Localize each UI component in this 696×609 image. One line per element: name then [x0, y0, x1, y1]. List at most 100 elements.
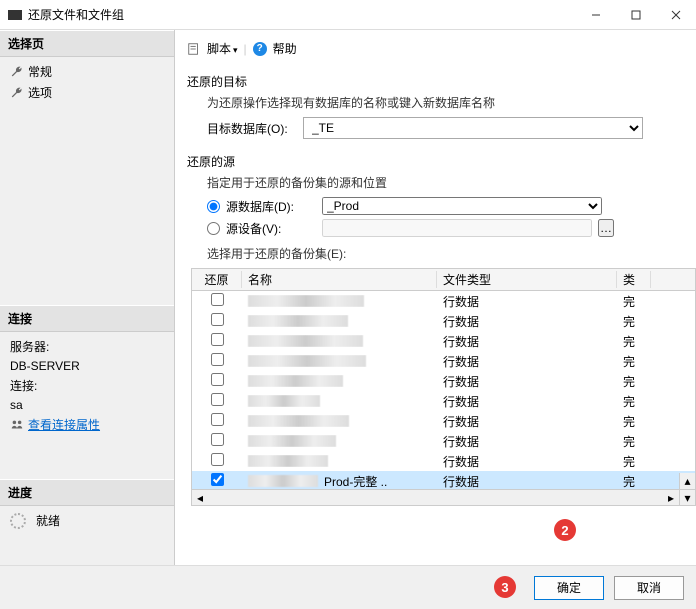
- progress-status-row: 就绪: [6, 510, 168, 531]
- cell-name: [242, 455, 437, 467]
- cell-category: 完: [617, 433, 651, 450]
- restore-checkbox[interactable]: [211, 373, 224, 386]
- restore-checkbox[interactable]: [211, 453, 224, 466]
- help-icon: ?: [253, 42, 267, 56]
- wrench-icon: [10, 86, 24, 100]
- scroll-right-button[interactable]: ▸: [663, 490, 679, 506]
- sidebar-item-general[interactable]: 常规: [6, 61, 168, 82]
- col-name[interactable]: 名称: [242, 271, 437, 288]
- browse-device-button[interactable]: …: [598, 219, 614, 237]
- cell-type: 行数据: [437, 393, 617, 410]
- cell-name: Prod-完整 ..: [242, 473, 437, 490]
- col-category[interactable]: 类: [617, 271, 651, 288]
- table-row[interactable]: 行数据完: [192, 331, 695, 351]
- dest-subtitle: 为还原操作选择现有数据库的名称或键入新数据库名称: [207, 94, 696, 111]
- dest-db-select[interactable]: _TE: [303, 117, 643, 139]
- sidebar-item-label: 常规: [28, 63, 52, 80]
- table-row[interactable]: 行数据完: [192, 291, 695, 311]
- app-icon: [8, 10, 22, 20]
- cancel-button[interactable]: 取消: [614, 576, 684, 600]
- window-title: 还原文件和文件组: [28, 6, 576, 23]
- view-connection-props-link[interactable]: 查看连接属性: [28, 416, 100, 433]
- progress-body: 就绪: [0, 506, 174, 535]
- cell-type: 行数据: [437, 313, 617, 330]
- select-page-body: 常规 选项: [0, 57, 174, 107]
- script-icon: [187, 42, 201, 56]
- connection-body: 服务器: DB-SERVER 连接: sa 查看连接属性: [0, 332, 174, 439]
- close-button[interactable]: [656, 0, 696, 30]
- backup-sets-table: 还原 名称 文件类型 类 行数据完行数据完行数据完行数据完行数据完行数据完行数据…: [191, 268, 696, 506]
- source-title: 还原的源: [187, 153, 696, 170]
- minimize-button[interactable]: [576, 0, 616, 30]
- progress-header: 进度: [0, 479, 174, 506]
- cell-name: [242, 435, 437, 447]
- footer: 确定 取消: [0, 565, 696, 609]
- view-connection-props[interactable]: 查看连接属性: [6, 414, 168, 435]
- table-header: 还原 名称 文件类型 类: [192, 269, 695, 291]
- restore-checkbox[interactable]: [211, 473, 224, 486]
- table-body: 行数据完行数据完行数据完行数据完行数据完行数据完行数据完行数据完行数据完Prod…: [192, 291, 695, 491]
- people-icon: [10, 418, 24, 432]
- cell-name: [242, 395, 437, 407]
- scroll-up-button[interactable]: ▴: [679, 473, 695, 489]
- table-row[interactable]: 行数据完: [192, 451, 695, 471]
- table-row[interactable]: 行数据完: [192, 371, 695, 391]
- cell-category: 完: [617, 413, 651, 430]
- cell-type: 行数据: [437, 373, 617, 390]
- connection-value: sa: [6, 396, 168, 414]
- table-row[interactable]: Prod-完整 ..行数据完: [192, 471, 695, 491]
- cell-name: [242, 295, 437, 307]
- source-db-label: 源数据库(D):: [226, 198, 316, 215]
- source-subtitle: 指定用于还原的备份集的源和位置: [207, 174, 696, 191]
- sidebar-item-options[interactable]: 选项: [6, 82, 168, 103]
- cell-category: 完: [617, 353, 651, 370]
- table-row[interactable]: 行数据完: [192, 351, 695, 371]
- source-device-radio[interactable]: [207, 222, 220, 235]
- ok-button[interactable]: 确定: [534, 576, 604, 600]
- connection-label: 连接:: [6, 375, 168, 396]
- horizontal-scrollbar[interactable]: ◂ ▸: [192, 489, 679, 505]
- wrench-icon: [10, 65, 24, 79]
- cell-type: 行数据: [437, 413, 617, 430]
- scroll-down-button[interactable]: ▾: [679, 489, 695, 505]
- script-dropdown[interactable]: 脚本: [207, 40, 238, 57]
- cell-name: [242, 335, 437, 347]
- cell-name: [242, 315, 437, 327]
- main: 选择页 常规 选项 连接 服务器: DB-SERVER 连接: sa 查看连接属…: [0, 30, 696, 565]
- cell-category: 完: [617, 373, 651, 390]
- cell-type: 行数据: [437, 453, 617, 470]
- source-db-row: 源数据库(D): _Prod: [207, 197, 696, 215]
- help-link[interactable]: 帮助: [273, 40, 297, 57]
- dest-db-row: 目标数据库(O): _TE: [207, 117, 696, 139]
- restore-checkbox[interactable]: [211, 333, 224, 346]
- table-row[interactable]: 行数据完: [192, 431, 695, 451]
- cell-category: 完: [617, 473, 651, 490]
- maximize-button[interactable]: [616, 0, 656, 30]
- restore-checkbox[interactable]: [211, 353, 224, 366]
- source-device-label: 源设备(V):: [226, 220, 316, 237]
- restore-checkbox[interactable]: [211, 433, 224, 446]
- source-dev-row: 源设备(V): …: [207, 219, 696, 237]
- restore-checkbox[interactable]: [211, 293, 224, 306]
- scroll-left-button[interactable]: ◂: [192, 490, 208, 506]
- col-restore[interactable]: 还原: [192, 271, 242, 288]
- restore-checkbox[interactable]: [211, 413, 224, 426]
- server-label: 服务器:: [6, 336, 168, 357]
- source-db-select[interactable]: _Prod: [322, 197, 602, 215]
- source-db-radio[interactable]: [207, 200, 220, 213]
- table-row[interactable]: 行数据完: [192, 391, 695, 411]
- source-device-input: [322, 219, 592, 237]
- col-type[interactable]: 文件类型: [437, 271, 617, 288]
- cell-type: 行数据: [437, 353, 617, 370]
- titlebar: 还原文件和文件组: [0, 0, 696, 30]
- cell-category: 完: [617, 313, 651, 330]
- table-row[interactable]: 行数据完: [192, 311, 695, 331]
- restore-checkbox[interactable]: [211, 393, 224, 406]
- cell-name: [242, 355, 437, 367]
- server-value: DB-SERVER: [6, 357, 168, 375]
- table-row[interactable]: 行数据完: [192, 411, 695, 431]
- cell-type: 行数据: [437, 293, 617, 310]
- restore-checkbox[interactable]: [211, 313, 224, 326]
- sidebar: 选择页 常规 选项 连接 服务器: DB-SERVER 连接: sa 查看连接属…: [0, 30, 175, 565]
- cell-type: 行数据: [437, 333, 617, 350]
